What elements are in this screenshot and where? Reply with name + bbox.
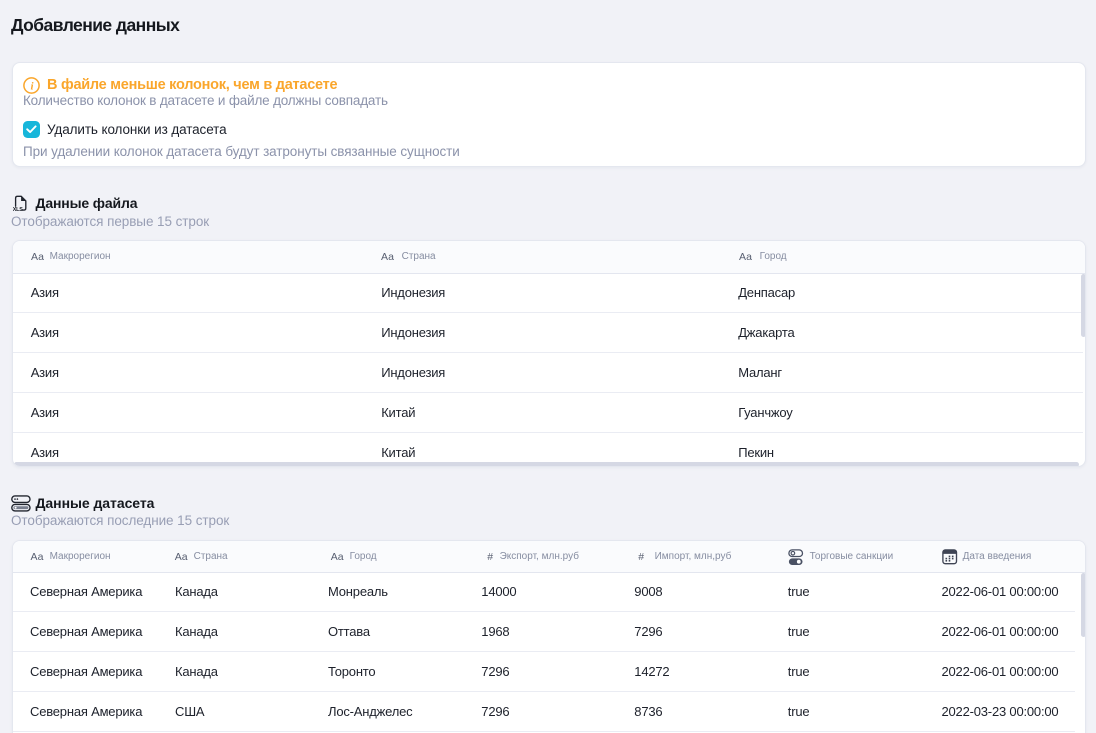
svg-text:XLS: XLS (13, 207, 23, 212)
svg-text:i: i (30, 81, 34, 93)
